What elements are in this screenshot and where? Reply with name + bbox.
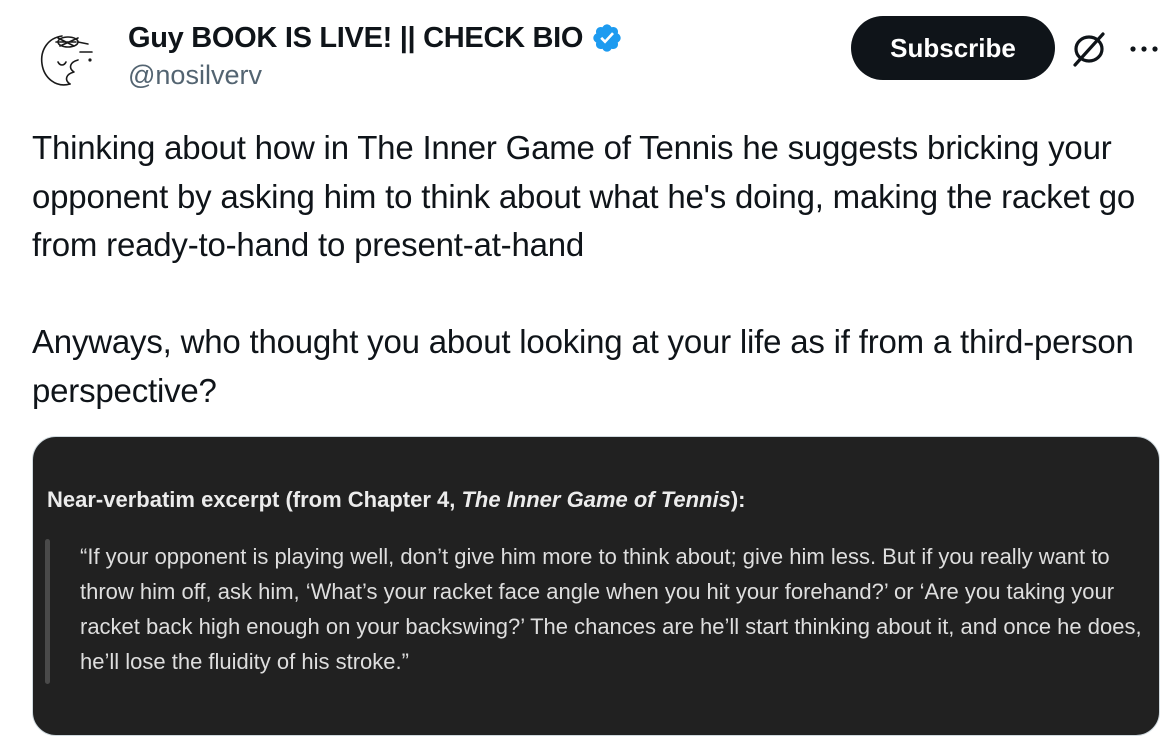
- excerpt-book-title: The Inner Game of Tennis: [461, 487, 731, 512]
- avatar[interactable]: [28, 22, 104, 98]
- author-name-row: Guy BOOK IS LIVE! || CHECK BIO: [128, 18, 623, 58]
- blockquote-bar: [45, 539, 50, 684]
- more-options-icon[interactable]: [1126, 34, 1162, 64]
- author-handle[interactable]: @nosilverv: [128, 60, 262, 91]
- excerpt-heading: Near-verbatim excerpt (from Chapter 4, T…: [47, 487, 745, 513]
- excerpt-quote: “If your opponent is playing well, don’t…: [80, 544, 1142, 674]
- tweet-text: Thinking about how in The Inner Game of …: [32, 124, 1162, 415]
- subscribe-button[interactable]: Subscribe: [851, 16, 1055, 80]
- author-display-name[interactable]: Guy BOOK IS LIVE! || CHECK BIO: [128, 22, 583, 55]
- tweet-media-image[interactable]: Near-verbatim excerpt (from Chapter 4, T…: [32, 436, 1160, 736]
- avatar-sketch-face-icon: [40, 35, 93, 86]
- tweet-paragraph: Thinking about how in The Inner Game of …: [32, 129, 1136, 263]
- verified-badge-icon[interactable]: [591, 22, 623, 54]
- excerpt-heading-prefix: Near-verbatim excerpt (from Chapter 4,: [47, 487, 462, 512]
- tweet-paragraph: Anyways, who thought you about looking a…: [32, 323, 1134, 409]
- excerpt-heading-suffix: ):: [730, 487, 746, 512]
- grok-icon[interactable]: [1068, 28, 1110, 70]
